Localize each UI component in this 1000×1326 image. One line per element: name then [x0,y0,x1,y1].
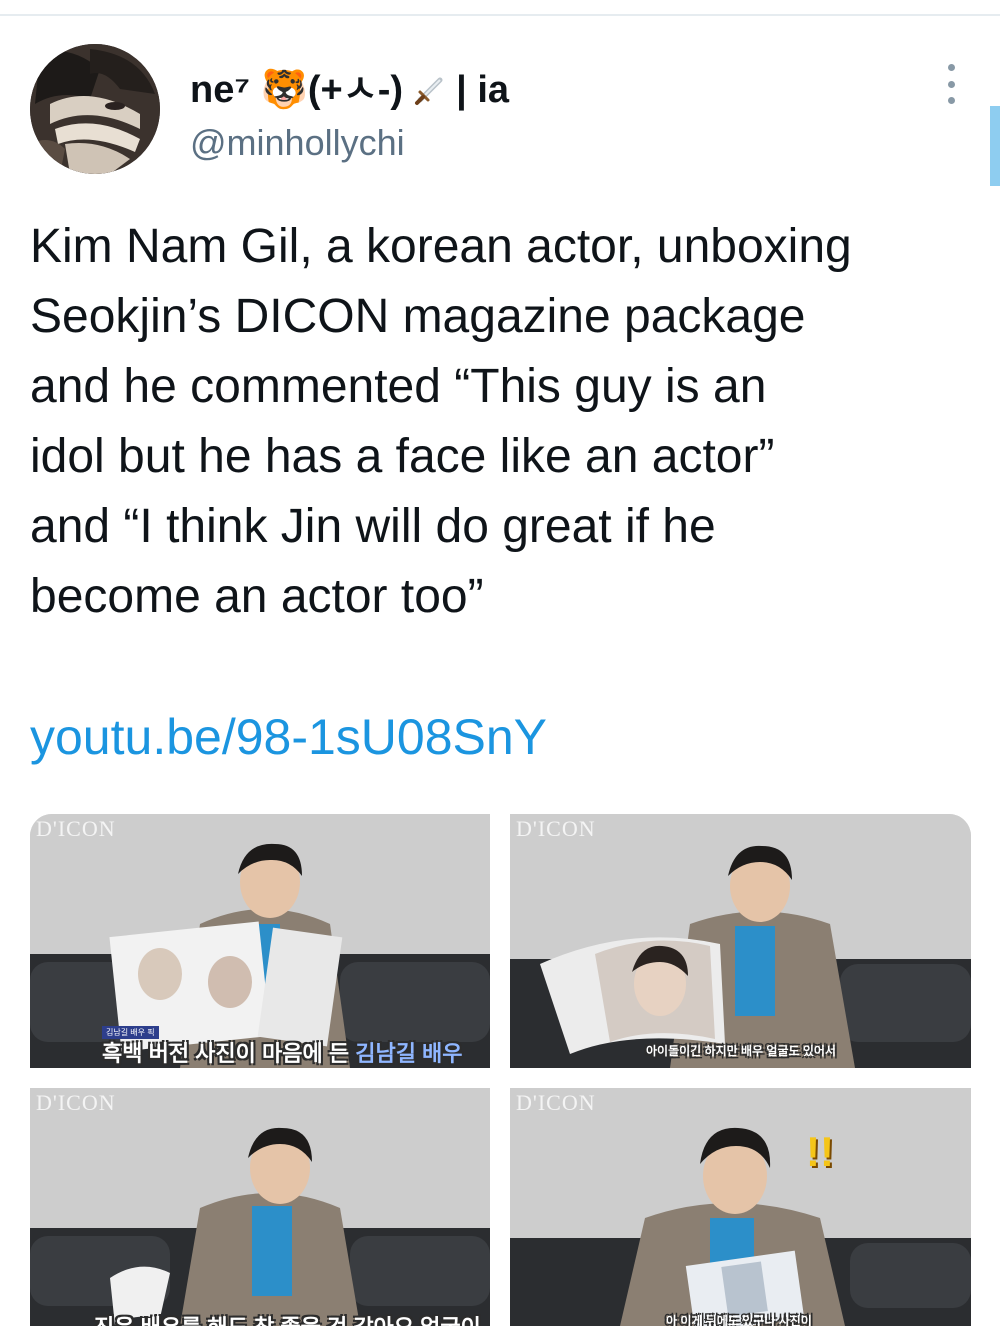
subtitle-text: 흑백 버전 사진이 마음에 든 [102,1041,350,1066]
thumbnail-4-scene [510,1088,971,1326]
media-grid: D'ICON 김남길 배우 픽 흑백 버전 사진이 마음에 든 김남길 배우 D… [30,814,971,1326]
thumbnail-3-scene [30,1088,490,1326]
youtube-link[interactable]: youtu.be/98-1sU08SnY [30,708,547,766]
media-thumbnail-3[interactable]: D'ICON 진은 배우를 해도 참 좋을 것 같아요 얼굴이 [30,1088,490,1326]
dicon-watermark: D'ICON [516,1090,596,1115]
more-options-dot [947,80,955,88]
tweet-text-line: Seokjin’s DICON magazine package [30,290,806,343]
tweet-text-line: Kim Nam Gil, a korean actor, unboxing [30,220,852,273]
avatar[interactable] [30,44,160,174]
thumbnail-2-scene [510,814,971,1068]
tweet-text-line: idol but he has a face like an actor” [30,430,775,483]
exclamation-sticker: !! [806,1128,834,1175]
dicon-watermark: D'ICON [516,816,596,841]
subtitle-highlight: 김남길 배우 [355,1041,463,1066]
tweet-text-line: and he commented “This guy is an [30,360,767,413]
more-options-icon [947,64,955,71]
media-thumbnail-1[interactable]: D'ICON 김남길 배우 픽 흑백 버전 사진이 마음에 든 김남길 배우 [30,814,490,1068]
dagger-icon [414,73,446,105]
avatar-image [30,44,160,174]
thumbnail-1-scene [30,814,490,1068]
display-name-suffix: | ia [456,69,510,111]
tweet-text-line: become an actor too” [30,570,484,623]
top-divider [0,14,1000,16]
scroll-indicator[interactable] [990,106,1000,186]
subtitle: 진은 배우를 해도 참 좋을 것 같아요 얼굴이 [94,1310,481,1326]
subtitle: 아 이게 뒤에도 있구나 사진이 [666,1314,812,1326]
subtitle: 아이돌이긴 하지만 배우 얼굴도 있어서 [646,1044,836,1058]
dicon-watermark: D'ICON [36,1090,116,1115]
more-options-dot [947,97,955,104]
user-handle[interactable]: @minhollychi [190,122,405,164]
tweet-text: Kim Nam Gil, a korean actor, unboxing Se… [30,212,980,632]
media-thumbnail-4[interactable]: D'ICON !! 아 이게 뒤에도 있구나 사진이 [510,1088,971,1326]
subtitle: 흑백 버전 사진이 마음에 든 김남길 배우 [102,1036,463,1068]
more-options-button[interactable] [936,64,966,104]
dicon-watermark: D'ICON [36,816,116,841]
display-name-text: ne⁷ 🐯(+ㅅ-) [190,69,404,111]
media-thumbnail-2[interactable]: D'ICON 아이돌이긴 하지만 배우 얼굴도 있어서 [510,814,971,1068]
display-name[interactable]: ne⁷ 🐯(+ㅅ-) | ia [190,58,509,113]
tweet-text-line: and “I think Jin will do great if he [30,500,716,553]
